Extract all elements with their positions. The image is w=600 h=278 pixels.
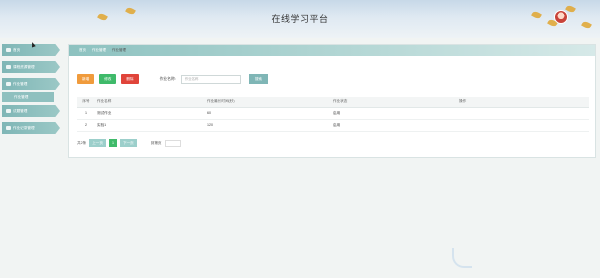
sidebar-item-label: 作业记录管理 <box>13 126 35 130</box>
sidebar-item-label: 课程资源管理 <box>13 65 35 69</box>
sidebar: 首页 课程资源管理 作业管理 作业管理 试题管理 作业记录管理 <box>0 44 64 139</box>
table-cell: 120 <box>205 119 331 132</box>
table-cell: 1 <box>77 107 95 120</box>
breadcrumb-home[interactable]: 首页 <box>79 48 86 52</box>
question-icon <box>6 109 11 114</box>
pagination: 共2条 上一页 1 下一页 到第页 <box>77 139 181 147</box>
folder-icon <box>6 82 11 87</box>
table-cell <box>457 107 589 120</box>
sidebar-item-homework-records[interactable]: 作业记录管理 <box>2 122 60 134</box>
prev-page-button[interactable]: 上一页 <box>89 139 106 147</box>
table-row[interactable]: 2 实验1 120 启用 <box>77 119 589 132</box>
breadcrumb-current: 作业管理 <box>111 48 126 52</box>
column-header[interactable]: 作业状态 <box>331 97 457 108</box>
delete-button[interactable]: 删除 <box>121 74 139 84</box>
header-banner: 在线学习平台 <box>0 0 600 38</box>
toolbar: 新增 修改 删除 作业名称: 作业名称 搜索 <box>77 73 268 85</box>
table-cell: 启用 <box>331 107 457 120</box>
book-icon <box>6 65 11 70</box>
page-number-button[interactable]: 1 <box>108 139 117 147</box>
table-cell: 实验1 <box>95 119 205 132</box>
total-count: 共2条 <box>77 140 87 145</box>
breadcrumb-section[interactable]: 作业管理 <box>92 48 106 52</box>
add-button[interactable]: 新增 <box>77 74 95 84</box>
breadcrumb: 首页 作业管理 作业管理 <box>69 45 595 56</box>
sidebar-item-label: 作业管理 <box>14 95 29 99</box>
main-panel: 首页 作业管理 作业管理 新增 修改 删除 作业名称: 作业名称 搜索 序号 作… <box>68 44 596 158</box>
table-cell: 测试作业 <box>95 107 205 120</box>
column-header[interactable]: 序号 <box>77 97 95 108</box>
column-header[interactable]: 作业最长时间(秒) <box>205 97 331 108</box>
sidebar-item-homework[interactable]: 作业管理 <box>2 78 60 90</box>
search-input[interactable]: 作业名称 <box>180 74 241 84</box>
sidebar-item-label: 首页 <box>13 48 21 52</box>
sidebar-item-label: 作业管理 <box>13 82 28 86</box>
homework-table: 序号 作业名称 作业最长时间(秒) 作业状态 操作 1 测试作业 60 启用 2… <box>77 97 589 132</box>
search-label: 作业名称: <box>159 76 176 81</box>
home-icon <box>6 48 11 53</box>
edit-button[interactable]: 修改 <box>99 74 117 84</box>
sidebar-subitem-homework[interactable]: 作业管理 <box>2 92 54 102</box>
column-header[interactable]: 操作 <box>457 97 589 108</box>
table-cell: 2 <box>77 119 95 132</box>
app-title: 在线学习平台 <box>271 14 329 24</box>
sidebar-item-course-resources[interactable]: 课程资源管理 <box>2 61 60 73</box>
table-header-row: 序号 作业名称 作业最长时间(秒) 作业状态 操作 <box>77 97 589 108</box>
table-row[interactable]: 1 测试作业 60 启用 <box>77 107 589 120</box>
column-header[interactable]: 作业名称 <box>95 97 205 108</box>
table-cell <box>457 119 589 132</box>
table-cell: 启用 <box>331 119 457 132</box>
avatar[interactable] <box>554 10 568 24</box>
table-cell: 60 <box>205 107 331 120</box>
goto-page-label: 到第页 <box>150 140 162 145</box>
goto-page-input[interactable] <box>164 139 181 147</box>
next-page-button[interactable]: 下一页 <box>119 139 137 147</box>
list-icon <box>6 126 11 131</box>
search-button[interactable]: 搜索 <box>248 74 268 84</box>
sidebar-item-label: 试题管理 <box>13 109 28 113</box>
logo-watermark-icon <box>452 248 472 268</box>
sidebar-item-questions[interactable]: 试题管理 <box>2 105 60 117</box>
